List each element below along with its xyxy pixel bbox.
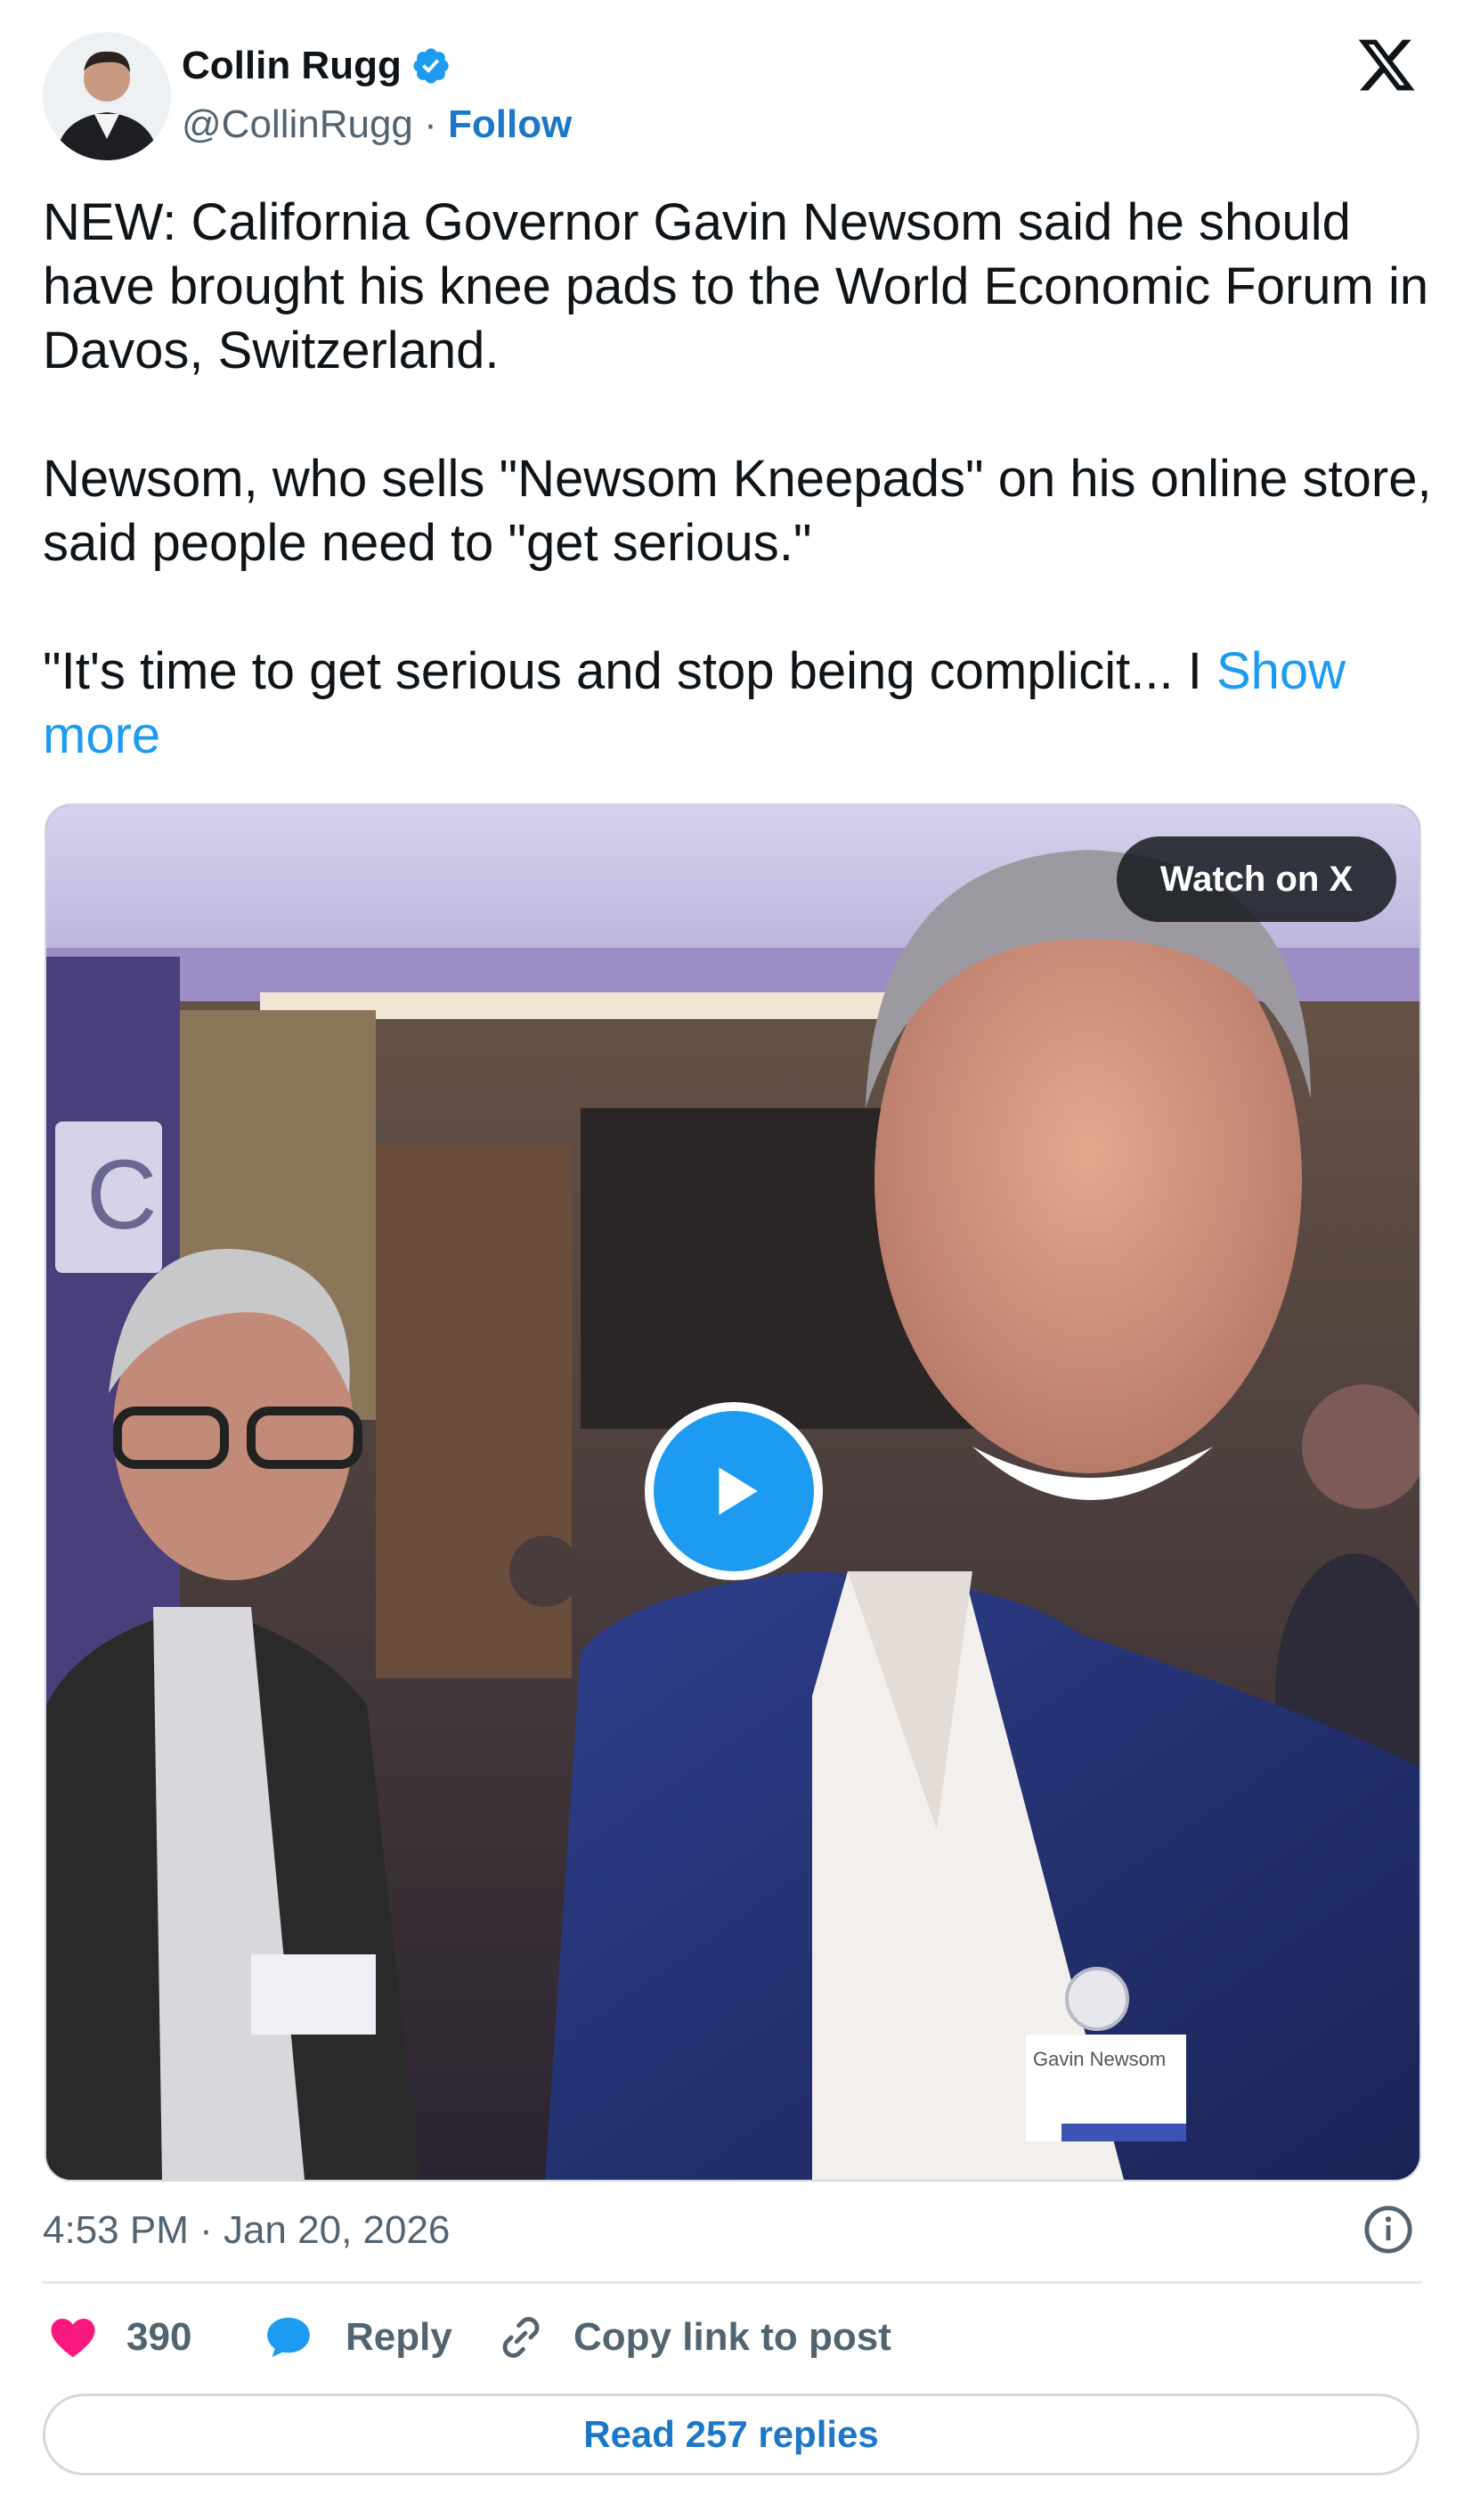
tweet-timestamp[interactable]: 4:53 PM · Jan 20, 2026 <box>43 2206 450 2255</box>
like-count: 390 <box>126 2315 192 2359</box>
tweet-paragraph-1: NEW: California Governor Gavin Newsom sa… <box>43 193 1429 379</box>
background-sign-letter: C <box>86 1140 157 1250</box>
read-replies-button[interactable]: Read 257 replies <box>43 2394 1419 2475</box>
name-badge-text: Gavin Newsom <box>1033 2048 1166 2070</box>
tweet-paragraph-3: "It's time to get serious and stop being… <box>43 640 1432 768</box>
reply-label: Reply <box>346 2315 452 2359</box>
author-avatar[interactable] <box>43 32 171 160</box>
verified-badge-icon <box>413 48 449 84</box>
tweet-paragraph-3-text: "It's time to get serious and stop being… <box>43 642 1202 700</box>
reply-bubble-icon <box>267 2317 310 2358</box>
handle-line: @CollinRugg · Follow <box>182 100 572 150</box>
author-name-text: Collin Rugg <box>182 44 402 87</box>
copy-link-label: Copy link to post <box>573 2315 891 2359</box>
watch-on-x-label: Watch on X <box>1159 859 1354 899</box>
follow-link[interactable]: Follow <box>448 102 572 146</box>
tweet-embed-card: Collin Rugg @CollinRugg · Follow NEW: Ca… <box>0 0 1464 2520</box>
play-button[interactable] <box>645 1402 823 1580</box>
like-button[interactable]: 390 <box>48 2309 191 2366</box>
reply-button[interactable]: Reply <box>262 2309 452 2366</box>
heart-icon <box>51 2319 95 2358</box>
info-icon[interactable] <box>1362 2204 1414 2255</box>
play-icon <box>719 1467 758 1515</box>
tweet-paragraph-2: Newsom, who sells "Newsom Kneepads" on h… <box>43 450 1432 572</box>
copy-link-button[interactable]: Copy link to post <box>495 2309 891 2366</box>
x-logo-icon[interactable] <box>1355 34 1418 96</box>
author-handle[interactable]: @CollinRugg <box>182 102 413 146</box>
divider <box>43 2281 1421 2284</box>
link-icon <box>502 2317 540 2358</box>
tweet-text: NEW: California Governor Gavin Newsom sa… <box>43 191 1432 768</box>
read-replies-label: Read 257 replies <box>583 2413 879 2455</box>
author-name[interactable]: Collin Rugg <box>182 41 451 91</box>
handle-separator: · <box>424 102 437 146</box>
watch-on-x-button[interactable]: Watch on X <box>1117 836 1396 922</box>
